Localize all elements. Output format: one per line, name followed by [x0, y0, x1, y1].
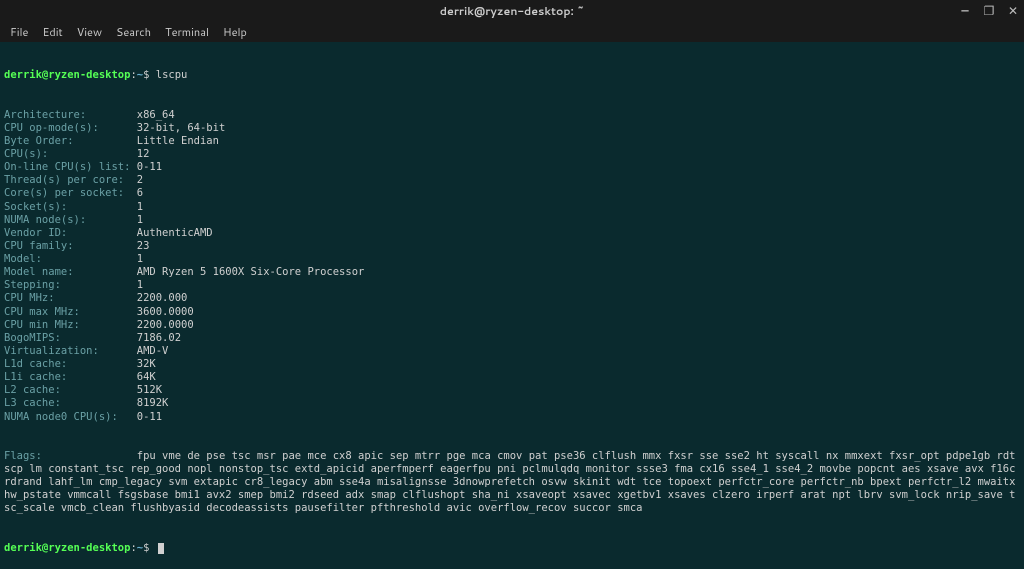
lscpu-row: L1i cache: 64K — [4, 371, 1020, 384]
lscpu-label: NUMA node0 CPU(s): — [4, 411, 137, 424]
lscpu-value: 0-11 — [137, 161, 162, 173]
lscpu-label: Model name: — [4, 266, 137, 279]
lscpu-row: NUMA node0 CPU(s): 0-11 — [4, 411, 1020, 424]
lscpu-label: L3 cache: — [4, 397, 137, 410]
lscpu-value: 0-11 — [137, 411, 162, 423]
lscpu-row: L3 cache: 8192K — [4, 397, 1020, 410]
lscpu-label: Socket(s): — [4, 201, 137, 214]
lscpu-label: Stepping: — [4, 279, 137, 292]
lscpu-label: BogoMIPS: — [4, 332, 137, 345]
lscpu-value: 12 — [137, 148, 150, 160]
close-button[interactable]: ✕ — [1006, 4, 1020, 18]
lscpu-value: 1 — [137, 279, 143, 291]
lscpu-label: L2 cache: — [4, 384, 137, 397]
terminal-area[interactable]: derrik@ryzen-desktop:~$ lscpu Architectu… — [0, 42, 1024, 569]
lscpu-row: L2 cache: 512K — [4, 384, 1020, 397]
lscpu-value: 8192K — [137, 397, 169, 409]
menu-help[interactable]: Help — [217, 22, 253, 42]
lscpu-value: 2200.000 — [137, 292, 188, 304]
lscpu-value: 2200.0000 — [137, 319, 194, 331]
prompt-symbol: $ — [143, 69, 149, 81]
minimize-button[interactable]: – — [958, 4, 972, 18]
lscpu-value: 23 — [137, 240, 150, 252]
lscpu-label: CPU(s): — [4, 148, 137, 161]
lscpu-value: Little Endian — [137, 135, 219, 147]
flags-value: fpu vme de pse tsc msr pae mce cx8 apic … — [4, 450, 1022, 515]
lscpu-output: Architecture: x86_64CPU op-mode(s): 32-b… — [4, 109, 1020, 424]
lscpu-row: CPU op-mode(s): 32-bit, 64-bit — [4, 122, 1020, 135]
lscpu-value: 1 — [137, 201, 143, 213]
window-controls: – ❐ ✕ — [958, 4, 1020, 18]
command-text: lscpu — [156, 69, 188, 81]
lscpu-row: Virtualization: AMD-V — [4, 345, 1020, 358]
window-title: derrik@ryzen-desktop: ~ — [440, 3, 584, 19]
lscpu-value: 512K — [137, 384, 162, 396]
lscpu-row: CPU min MHz: 2200.0000 — [4, 319, 1020, 332]
lscpu-row: Stepping: 1 — [4, 279, 1020, 292]
lscpu-value: AMD-V — [137, 345, 169, 357]
lscpu-value: x86_64 — [137, 109, 175, 121]
menu-search[interactable]: Search — [110, 22, 157, 42]
maximize-button[interactable]: ❐ — [982, 4, 996, 18]
lscpu-row: CPU max MHz: 3600.0000 — [4, 306, 1020, 319]
lscpu-value: AMD Ryzen 5 1600X Six-Core Processor — [137, 266, 365, 278]
lscpu-value: 1 — [137, 214, 143, 226]
lscpu-label: Byte Order: — [4, 135, 137, 148]
lscpu-flags-row: Flags: fpu vme de pse tsc msr pae mce cx… — [4, 450, 1020, 516]
prompt-line-1: derrik@ryzen-desktop:~$ lscpu — [4, 69, 1020, 82]
lscpu-row: Model name: AMD Ryzen 5 1600X Six-Core P… — [4, 266, 1020, 279]
prompt-symbol: $ — [143, 542, 149, 554]
lscpu-label: CPU min MHz: — [4, 319, 137, 332]
lscpu-row: CPU(s): 12 — [4, 148, 1020, 161]
lscpu-label: On-line CPU(s) list: — [4, 161, 137, 174]
lscpu-value: 32-bit, 64-bit — [137, 122, 226, 134]
lscpu-row: BogoMIPS: 7186.02 — [4, 332, 1020, 345]
lscpu-label: Architecture: — [4, 109, 137, 122]
titlebar: derrik@ryzen-desktop: ~ – ❐ ✕ — [0, 0, 1024, 22]
lscpu-row: Architecture: x86_64 — [4, 109, 1020, 122]
lscpu-label: L1i cache: — [4, 371, 137, 384]
lscpu-label: Virtualization: — [4, 345, 137, 358]
lscpu-row: Thread(s) per core: 2 — [4, 174, 1020, 187]
lscpu-value: 7186.02 — [137, 332, 181, 344]
lscpu-value: 1 — [137, 253, 143, 265]
menubar: File Edit View Search Terminal Help — [0, 22, 1024, 42]
lscpu-row: Vendor ID: AuthenticAMD — [4, 227, 1020, 240]
prompt-line-2: derrik@ryzen-desktop:~$ — [4, 542, 1020, 555]
menu-edit[interactable]: Edit — [36, 22, 68, 42]
lscpu-label: CPU op-mode(s): — [4, 122, 137, 135]
lscpu-value: 2 — [137, 174, 143, 186]
lscpu-row: Model: 1 — [4, 253, 1020, 266]
lscpu-row: NUMA node(s): 1 — [4, 214, 1020, 227]
lscpu-label: Core(s) per socket: — [4, 187, 137, 200]
lscpu-label: CPU family: — [4, 240, 137, 253]
lscpu-value: 32K — [137, 358, 156, 370]
menu-terminal[interactable]: Terminal — [159, 22, 215, 42]
lscpu-row: Core(s) per socket: 6 — [4, 187, 1020, 200]
lscpu-value: 64K — [137, 371, 156, 383]
prompt-user-host: derrik@ryzen-desktop — [4, 542, 130, 554]
lscpu-row: Socket(s): 1 — [4, 201, 1020, 214]
lscpu-row: CPU MHz: 2200.000 — [4, 292, 1020, 305]
lscpu-value: AuthenticAMD — [137, 227, 213, 239]
lscpu-row: CPU family: 23 — [4, 240, 1020, 253]
lscpu-label: CPU max MHz: — [4, 306, 137, 319]
prompt-user-host: derrik@ryzen-desktop — [4, 69, 130, 81]
lscpu-row: L1d cache: 32K — [4, 358, 1020, 371]
menu-view[interactable]: View — [71, 22, 108, 42]
lscpu-label: CPU MHz: — [4, 292, 137, 305]
flags-label: Flags: — [4, 450, 137, 463]
lscpu-label: NUMA node(s): — [4, 214, 137, 227]
lscpu-label: L1d cache: — [4, 358, 137, 371]
lscpu-row: On-line CPU(s) list: 0-11 — [4, 161, 1020, 174]
cursor — [158, 543, 164, 554]
lscpu-label: Vendor ID: — [4, 227, 137, 240]
lscpu-label: Thread(s) per core: — [4, 174, 137, 187]
lscpu-value: 6 — [137, 187, 143, 199]
lscpu-label: Model: — [4, 253, 137, 266]
menu-file[interactable]: File — [4, 22, 34, 42]
lscpu-row: Byte Order: Little Endian — [4, 135, 1020, 148]
lscpu-value: 3600.0000 — [137, 306, 194, 318]
